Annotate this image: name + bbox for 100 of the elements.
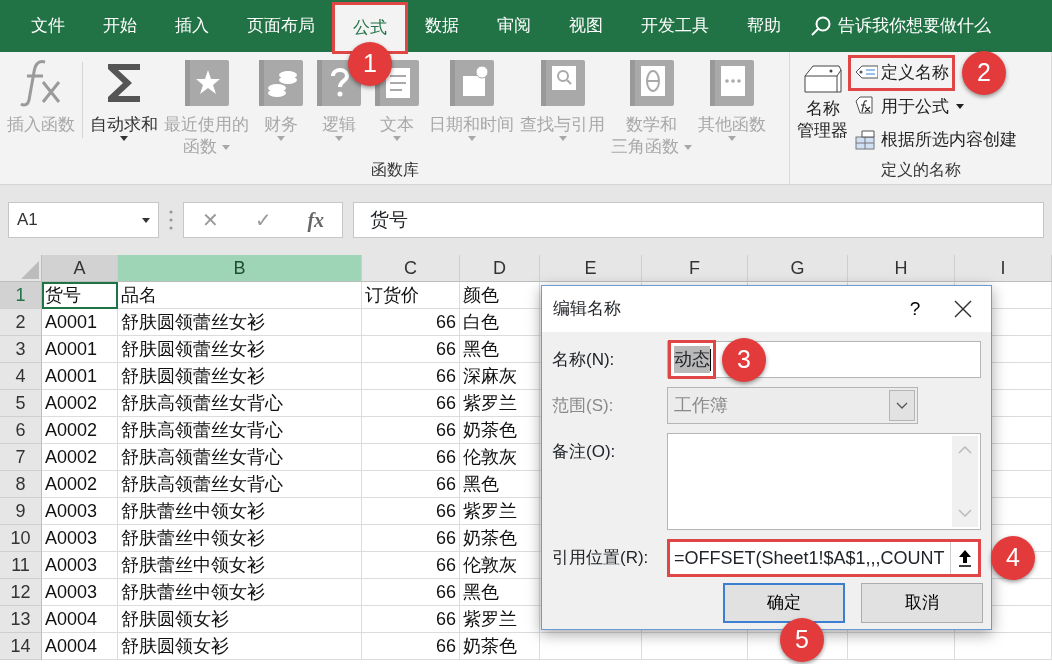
ribbon-tab[interactable]: 页面布局 <box>228 0 334 52</box>
table-cell: 黑色 <box>460 579 540 606</box>
ribbon-tab[interactable]: 开发工具 <box>622 0 728 52</box>
dialog-button[interactable]: 取消 <box>861 583 983 623</box>
table-cell: 深麻灰 <box>460 363 540 390</box>
table-cell: 伦敦灰 <box>460 444 540 471</box>
row-header[interactable]: 14 <box>0 633 42 660</box>
table-cell: A0001 <box>42 336 118 363</box>
row-header[interactable]: 3 <box>0 336 42 363</box>
table-cell: 舒肤蕾丝中领女衫 <box>118 498 362 525</box>
cell-reference: A1 <box>17 209 38 232</box>
table-cell: 舒肤高领蕾丝女背心 <box>118 444 362 471</box>
table-cell: A0003 <box>42 525 118 552</box>
row-header[interactable]: 12 <box>0 579 42 606</box>
row-header[interactable]: 11 <box>0 552 42 579</box>
table-cell: 品名 <box>118 282 362 309</box>
column-header[interactable]: E <box>540 255 642 282</box>
table-cell: 66 <box>362 390 460 417</box>
table-cell: 白色 <box>460 309 540 336</box>
row-header[interactable]: 7 <box>0 444 42 471</box>
field-label: 引用位置(R): <box>552 547 650 569</box>
ribbon-tab[interactable]: 帮助 <box>728 0 800 52</box>
column-header[interactable]: F <box>642 255 748 282</box>
table-cell: 66 <box>362 606 460 633</box>
table-cell: A0002 <box>42 390 118 417</box>
grip-icon <box>169 209 173 231</box>
column-header[interactable]: B <box>118 255 362 282</box>
ribbon-tab[interactable]: 开始 <box>84 0 156 52</box>
chevron-down-icon <box>958 509 972 517</box>
field-label: 名称(N): <box>552 349 616 371</box>
table-cell: A0004 <box>42 606 118 633</box>
ribbon-button[interactable]: 自动求和 <box>87 58 161 159</box>
scrollbar[interactable] <box>952 436 978 527</box>
table-cell: 舒肤圆领蕾丝女衫 <box>118 363 362 390</box>
ribbon-tab[interactable]: 审阅 <box>478 0 550 52</box>
dialog-title: 编辑名称 <box>553 298 621 321</box>
table-cell: 舒肤高领蕾丝女背心 <box>118 471 362 498</box>
column-header[interactable]: D <box>460 255 540 282</box>
table-cell: 66 <box>362 579 460 606</box>
table-cell: 舒肤圆领蕾丝女衫 <box>118 309 362 336</box>
table-cell: 舒肤蕾丝中领女衫 <box>118 552 362 579</box>
ribbon-tab[interactable]: 视图 <box>550 0 622 52</box>
name-manager-button[interactable]: 名称 管理器 <box>794 58 851 158</box>
table-cell: 舒肤蕾丝中领女衫 <box>118 579 362 606</box>
table-cell: 66 <box>362 417 460 444</box>
column-header[interactable]: I <box>955 255 1052 282</box>
table-cell: A0003 <box>42 579 118 606</box>
ribbon-tab[interactable]: 数据 <box>406 0 478 52</box>
table-cell: A0001 <box>42 363 118 390</box>
chevron-down-icon <box>896 401 908 410</box>
row-header[interactable]: 9 <box>0 498 42 525</box>
column-header[interactable]: A <box>42 255 118 282</box>
ribbon-small-button[interactable]: 根据所选内容创建 <box>851 125 1020 155</box>
table-cell: 奶茶色 <box>460 525 540 552</box>
row-header[interactable]: 13 <box>0 606 42 633</box>
row-header[interactable]: 6 <box>0 417 42 444</box>
group-label: 定义的名称 <box>879 160 962 180</box>
column-header[interactable]: H <box>848 255 955 282</box>
table-cell: 颜色 <box>460 282 540 309</box>
close-icon <box>953 299 973 319</box>
row-header[interactable]: 4 <box>0 363 42 390</box>
column-header[interactable]: C <box>362 255 460 282</box>
table-cell: 66 <box>362 363 460 390</box>
row-header[interactable]: 5 <box>0 390 42 417</box>
table-cell: 黑色 <box>460 471 540 498</box>
table-cell: 紫罗兰 <box>460 606 540 633</box>
chevron-up-icon <box>958 446 972 454</box>
tell-me-text[interactable]: 告诉我你想要做什么 <box>838 13 991 39</box>
table-cell: 紫罗兰 <box>460 390 540 417</box>
field-label: 备注(O): <box>552 441 617 463</box>
table-cell: 黑色 <box>460 336 540 363</box>
table-cell: 66 <box>362 309 460 336</box>
table-cell: 伦敦灰 <box>460 552 540 579</box>
table-cell: A0002 <box>42 417 118 444</box>
table-cell: 舒肤圆领蕾丝女衫 <box>118 336 362 363</box>
row-header[interactable]: 10 <box>0 525 42 552</box>
ribbon-tab[interactable]: 公式 <box>334 4 406 52</box>
column-header[interactable]: G <box>748 255 848 282</box>
row-header[interactable]: 1 <box>0 282 42 309</box>
field-label: 范围(S): <box>552 395 615 417</box>
table-cell: 舒肤圆领女衫 <box>118 633 362 660</box>
formula-field[interactable]: 货号 <box>353 202 1044 238</box>
table-cell: 66 <box>362 525 460 552</box>
select-all-button[interactable] <box>0 255 42 282</box>
table-cell: 66 <box>362 471 460 498</box>
table-cell: 舒肤高领蕾丝女背心 <box>118 417 362 444</box>
row-header[interactable]: 8 <box>0 471 42 498</box>
insert-function-button[interactable]: fx <box>307 205 325 235</box>
table-cell: 66 <box>362 633 460 660</box>
comment-field[interactable] <box>667 433 981 530</box>
table-cell: 66 <box>362 498 460 525</box>
name-box[interactable]: A1 <box>8 202 159 238</box>
table-cell: 66 <box>362 444 460 471</box>
help-button[interactable]: ? <box>895 293 935 325</box>
ribbon-tab[interactable]: 插入 <box>156 0 228 52</box>
row-header[interactable]: 2 <box>0 309 42 336</box>
ribbon-small-button[interactable]: 定义名称 <box>851 58 952 88</box>
ribbon-tab[interactable]: 文件 <box>12 0 84 52</box>
table-cell: A0004 <box>42 633 118 660</box>
table-cell: 奶茶色 <box>460 417 540 444</box>
